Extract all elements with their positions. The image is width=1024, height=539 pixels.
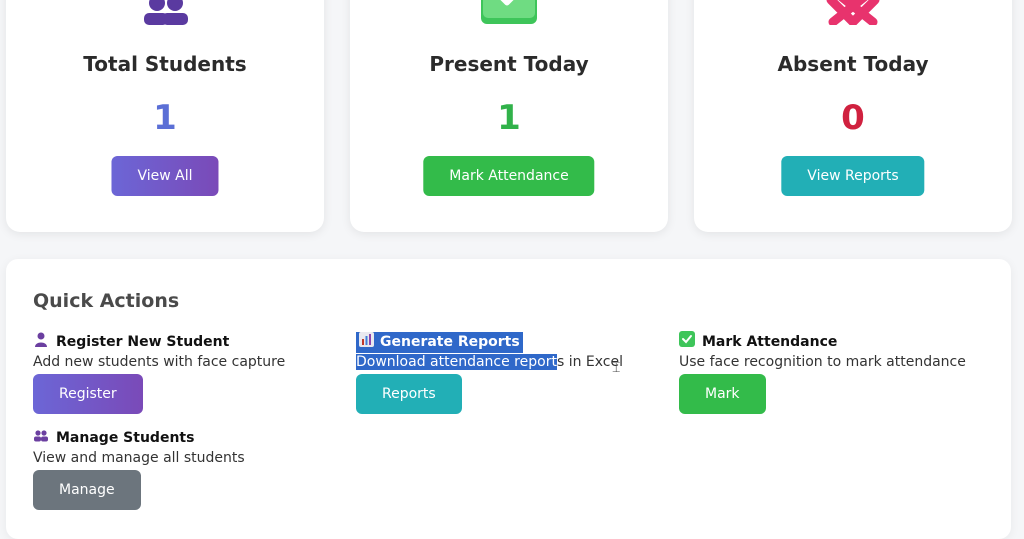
reports-button[interactable]: Reports <box>356 374 462 414</box>
manage-action-desc: View and manage all students <box>33 450 245 466</box>
card-title: Present Today <box>429 52 589 76</box>
bar-chart-icon <box>359 331 374 353</box>
quick-actions-title: Quick Actions <box>33 290 180 312</box>
manage-action: Manage Students View and manage all stud… <box>33 428 245 510</box>
total-students-card: Total Students 1 View All <box>6 0 324 232</box>
mark-action: Mark Attendance Use face recognition to … <box>679 331 966 414</box>
mark-attendance-button[interactable]: Mark Attendance <box>423 156 595 196</box>
manage-button[interactable]: Manage <box>33 470 141 510</box>
present-today-count: 1 <box>497 98 521 138</box>
person-icon <box>33 331 49 353</box>
view-all-button[interactable]: View All <box>111 156 219 196</box>
mark-action-desc: Use face recognition to mark attendance <box>679 354 966 370</box>
total-students-count: 1 <box>153 98 177 138</box>
card-title: Absent Today <box>777 52 929 76</box>
register-action: Register New Student Add new students wi… <box>33 332 285 414</box>
checkbox-icon <box>679 331 695 353</box>
mark-button[interactable]: Mark <box>679 374 766 414</box>
quick-actions-panel: Quick Actions Register New Student Add n… <box>6 259 1011 539</box>
absent-today-card: Absent Today 0 View Reports <box>694 0 1012 232</box>
card-title: Total Students <box>83 52 247 76</box>
people-icon <box>33 427 49 449</box>
mark-action-title: Mark Attendance <box>702 334 838 350</box>
reports-action-desc: Download attendance reports in Excel <box>356 354 623 370</box>
check-icon <box>350 0 668 25</box>
register-button[interactable]: Register <box>33 374 143 414</box>
reports-action-title: Generate Reports <box>380 334 520 350</box>
cross-icon <box>694 0 1012 25</box>
reports-action: Generate Reports Download attendance rep… <box>356 331 623 414</box>
text-cursor-icon: ⌶ <box>612 360 621 376</box>
view-reports-button[interactable]: View Reports <box>781 156 925 196</box>
register-action-title: Register New Student <box>56 334 230 350</box>
absent-today-count: 0 <box>841 98 865 138</box>
register-action-desc: Add new students with face capture <box>33 354 286 370</box>
users-icon <box>6 0 324 25</box>
present-today-card: Present Today 1 Mark Attendance <box>350 0 668 232</box>
manage-action-title: Manage Students <box>56 430 195 446</box>
